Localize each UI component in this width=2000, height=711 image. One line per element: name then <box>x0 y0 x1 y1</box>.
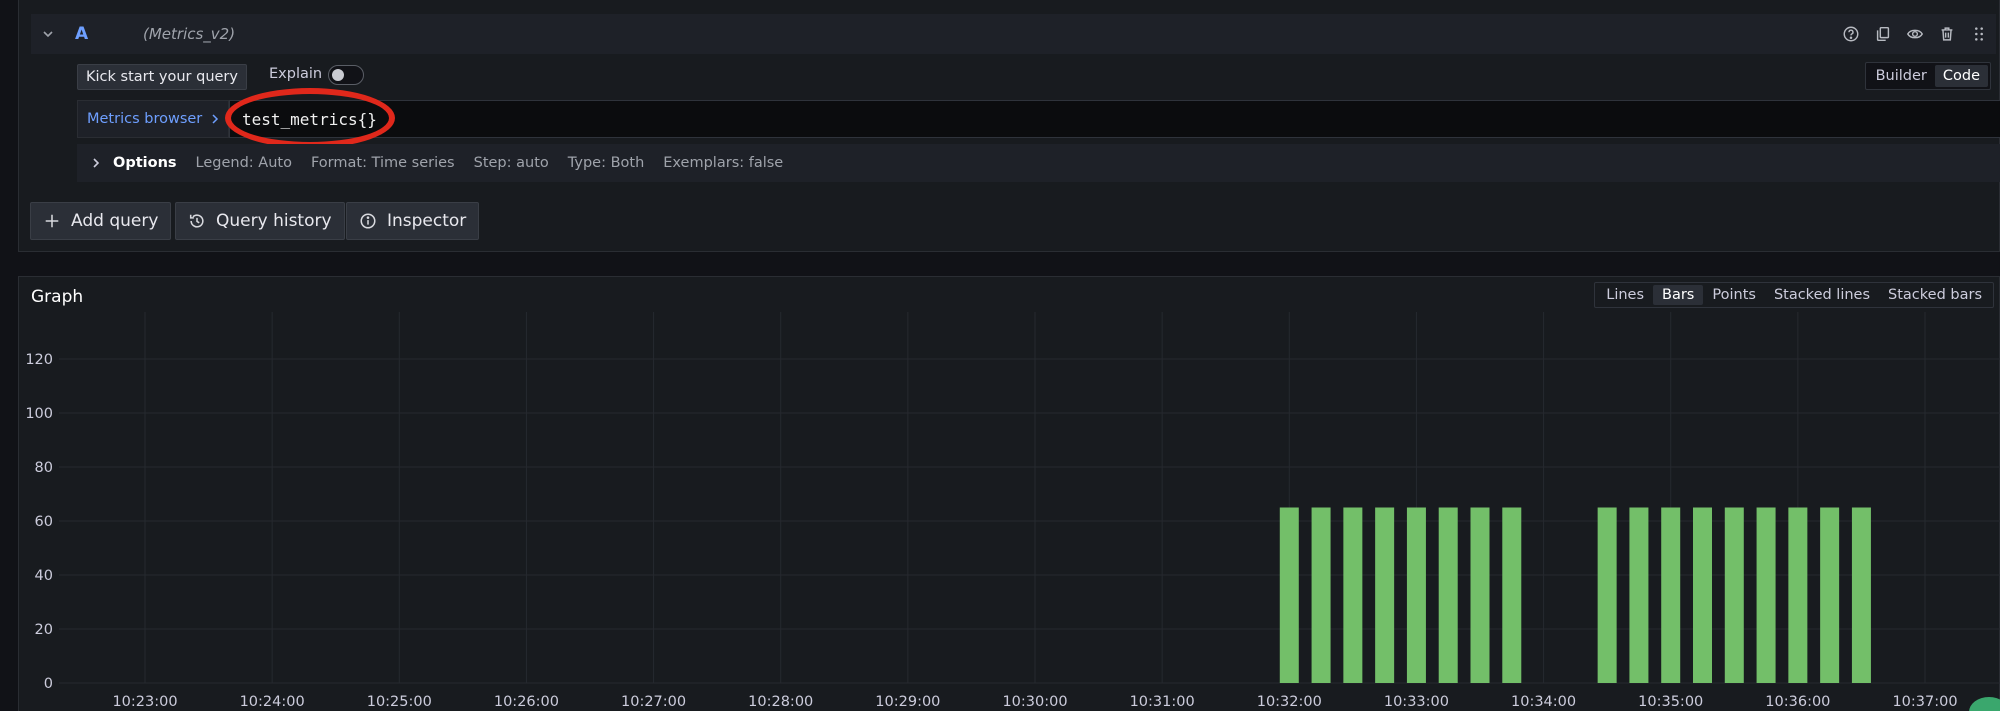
info-icon <box>360 213 376 229</box>
x-tick-label: 10:34:00 <box>1511 694 1576 710</box>
y-tick-label: 60 <box>35 514 53 530</box>
eye-icon[interactable] <box>1906 25 1924 43</box>
graph-mode-switch: Lines Bars Points Stacked lines Stacked … <box>1594 282 1994 308</box>
chart-bar <box>1343 507 1363 683</box>
chart-bar <box>1406 507 1426 683</box>
chart-bar <box>1311 507 1331 683</box>
x-tick-label: 10:31:00 <box>1130 694 1195 710</box>
graph-mode-lines[interactable]: Lines <box>1597 285 1653 305</box>
inspector-label: Inspector <box>387 211 467 231</box>
kick-start-button[interactable]: Kick start your query <box>77 64 247 90</box>
query-ref-id[interactable]: A <box>75 24 133 44</box>
query-datasource: (Metrics_v2) <box>143 25 236 43</box>
x-tick-label: 10:32:00 <box>1257 694 1322 710</box>
metrics-browser-label: Metrics browser <box>87 111 203 127</box>
query-history-button[interactable]: Query history <box>175 202 345 240</box>
chart-bar <box>1470 507 1490 683</box>
inspector-button[interactable]: Inspector <box>346 202 480 240</box>
x-tick-label: 10:29:00 <box>875 694 940 710</box>
plus-icon <box>45 214 59 228</box>
metrics-browser-button[interactable]: Metrics browser <box>77 100 229 138</box>
chart-bar <box>1851 507 1871 683</box>
option-type: Type: Both <box>567 155 645 171</box>
chart-bar <box>1820 507 1840 683</box>
toggle-knob <box>332 69 344 81</box>
editor-mode-switch: Builder Code <box>1864 62 1991 90</box>
x-tick-label: 10:35:00 <box>1638 694 1703 710</box>
graph-mode-stacked-lines[interactable]: Stacked lines <box>1765 285 1879 305</box>
y-tick-label: 0 <box>44 676 53 692</box>
chart-bar <box>1693 507 1712 683</box>
mode-builder[interactable]: Builder <box>1868 65 1935 87</box>
graph-panel: 0 20 40 60 80 100 120 10:23:00 10:24:00 10:25:00 1… <box>18 276 2000 711</box>
history-icon <box>189 214 204 228</box>
x-tick-label: 10:36:00 <box>1765 694 1830 710</box>
graph-mode-points[interactable]: Points <box>1703 285 1765 305</box>
option-legend: Legend: Auto <box>195 155 292 171</box>
chart-bar <box>1788 507 1808 683</box>
x-tick-label: 10:25:00 <box>367 694 432 710</box>
chart-bar <box>1279 507 1299 683</box>
query-options-row[interactable]: Options Legend: Auto Format: Time series… <box>77 144 2000 182</box>
x-tick-label: 10:28:00 <box>748 694 813 710</box>
chevron-right-icon <box>212 114 219 124</box>
x-tick-label: 10:27:00 <box>621 694 686 710</box>
duplicate-icon[interactable] <box>1874 25 1892 43</box>
query-row-actions <box>1842 14 1988 54</box>
add-query-button[interactable]: Add query <box>30 202 172 240</box>
chevron-right-icon <box>93 158 100 168</box>
chevron-down-icon <box>43 31 53 38</box>
y-tick-label: 20 <box>35 622 53 638</box>
options-title: Options <box>113 155 177 171</box>
mode-code[interactable]: Code <box>1934 65 1988 87</box>
collapse-toggle[interactable] <box>31 28 65 40</box>
y-tick-label: 120 <box>25 352 53 368</box>
query-history-label: Query history <box>216 211 332 231</box>
chart-bar <box>1597 507 1617 683</box>
x-tick-label: 10:33:00 <box>1384 694 1449 710</box>
x-tick-label: 10:30:00 <box>1002 694 1067 710</box>
chart-bar <box>1661 507 1681 683</box>
chart-bar <box>1502 507 1522 683</box>
bar-chart: 0 20 40 60 80 100 120 10:23:00 10:24:00 10:25:00 1… <box>25 312 2000 710</box>
help-icon[interactable] <box>1842 25 1860 43</box>
x-tick-label: 10:23:00 <box>112 694 177 710</box>
chart-bar <box>1438 507 1458 683</box>
query-input-row: Metrics browser test_metrics{} <box>77 100 2000 138</box>
chart-bar <box>1375 507 1395 683</box>
add-query-label: Add query <box>71 211 159 231</box>
explain-label: Explain <box>269 66 323 82</box>
y-tick-label: 100 <box>25 406 53 422</box>
chart-bar <box>1756 507 1776 683</box>
y-tick-label: 40 <box>35 568 53 584</box>
query-code-input[interactable]: test_metrics{} <box>229 100 2000 138</box>
option-step: Step: auto <box>473 155 549 171</box>
drag-handle-icon[interactable] <box>1970 25 1988 43</box>
option-format: Format: Time series <box>310 155 455 171</box>
explain-toggle[interactable] <box>328 65 364 85</box>
graph-title: Graph <box>31 287 84 307</box>
graph-mode-bars[interactable]: Bars <box>1653 285 1704 305</box>
x-tick-label: 10:24:00 <box>240 694 305 710</box>
graph-mode-stacked-bars[interactable]: Stacked bars <box>1879 285 1991 305</box>
y-tick-label: 80 <box>35 460 53 476</box>
chart-bar <box>1629 507 1649 683</box>
query-row-header: A (Metrics_v2) <box>31 14 1996 54</box>
option-exemplars: Exemplars: false <box>663 155 784 171</box>
trash-icon[interactable] <box>1938 25 1956 43</box>
query-editor-panel: A (Metrics_v2) Kick start your query Exp… <box>18 0 2000 252</box>
x-tick-label: 10:26:00 <box>494 694 559 710</box>
chart-bar <box>1724 507 1744 683</box>
x-tick-label: 10:37:00 <box>1892 694 1957 710</box>
explore-view: A (Metrics_v2) Kick start your query Exp… <box>0 0 2000 711</box>
